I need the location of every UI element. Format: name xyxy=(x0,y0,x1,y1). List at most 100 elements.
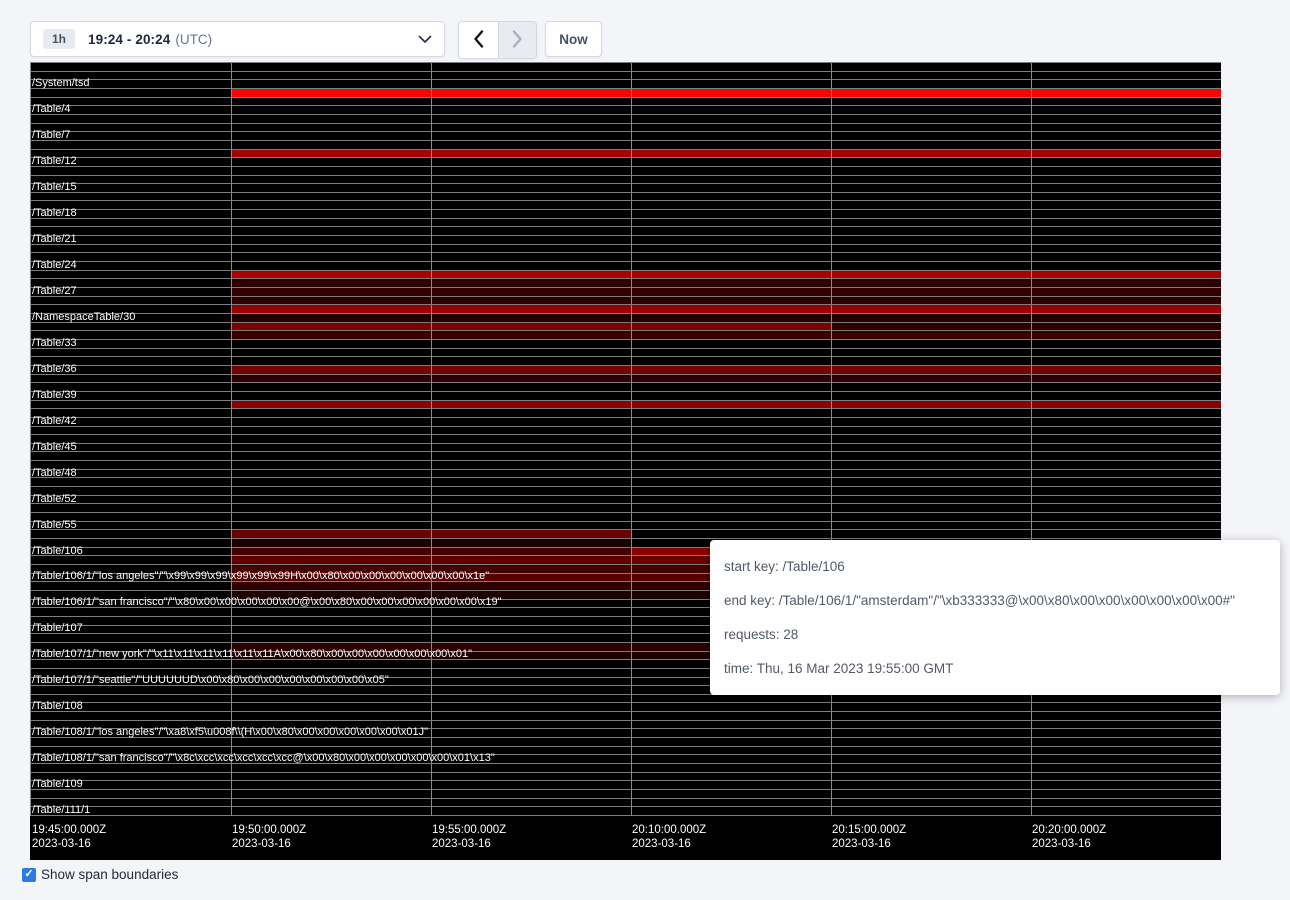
heatmap-hot-span[interactable] xyxy=(1031,270,1221,279)
heatmap-hot-span[interactable] xyxy=(1031,374,1221,383)
heatmap-hot-span[interactable] xyxy=(231,555,431,564)
span-boundary-line xyxy=(30,322,1221,323)
heatmap-hot-span[interactable] xyxy=(231,296,431,305)
heatmap-hot-span[interactable] xyxy=(231,313,431,322)
heatmap-hot-span[interactable] xyxy=(631,400,831,409)
heatmap-hot-span[interactable] xyxy=(431,581,631,590)
heatmap-hot-span[interactable] xyxy=(831,374,1031,383)
heatmap-hot-span[interactable] xyxy=(831,330,1031,339)
heatmap-hot-span[interactable] xyxy=(231,529,431,538)
heatmap-hot-span[interactable] xyxy=(431,400,631,409)
heatmap-hot-span[interactable] xyxy=(231,330,431,339)
heatmap-hot-span[interactable] xyxy=(631,270,831,279)
heatmap-hot-span[interactable] xyxy=(431,538,631,547)
heatmap-hot-span[interactable] xyxy=(1031,313,1221,322)
heatmap-hot-span[interactable] xyxy=(1031,400,1221,409)
heatmap-hot-span[interactable] xyxy=(1031,287,1221,296)
heatmap-hot-span[interactable] xyxy=(1031,149,1221,158)
key-visualizer-heatmap[interactable]: /System/tsd/Table/4/Table/7/Table/12/Tab… xyxy=(30,62,1221,860)
span-boundary-line xyxy=(30,772,1221,773)
heatmap-hot-span[interactable] xyxy=(431,365,631,374)
heatmap-hot-span[interactable] xyxy=(431,547,631,556)
heatmap-hot-span[interactable] xyxy=(831,296,1031,305)
span-boundary-line xyxy=(30,123,1221,124)
heatmap-hot-span[interactable] xyxy=(631,330,831,339)
key-span-label: /Table/107/1/"new york"/"\x11\x11\x11\x1… xyxy=(32,649,472,660)
heatmap-hot-span[interactable] xyxy=(231,304,431,313)
heatmap-hot-span[interactable] xyxy=(431,88,631,97)
heatmap-hot-span[interactable] xyxy=(431,149,631,158)
span-boundary-line xyxy=(30,408,1221,409)
time-axis-tick: 19:55:00.000Z2023-03-16 xyxy=(432,823,506,851)
heatmap-hot-span[interactable] xyxy=(431,270,631,279)
time-axis-tick: 20:20:00.000Z2023-03-16 xyxy=(1032,823,1106,851)
key-span-label: /Table/106/1/"san francisco"/"\x80\x00\x… xyxy=(32,597,502,608)
heatmap-hot-span[interactable] xyxy=(831,278,1031,287)
heatmap-hot-span[interactable] xyxy=(231,88,431,97)
key-span-label: /Table/108 xyxy=(32,701,83,712)
heatmap-hot-span[interactable] xyxy=(631,322,831,331)
heatmap-hot-span[interactable] xyxy=(631,313,831,322)
heatmap-hot-span[interactable] xyxy=(231,538,431,547)
heatmap-hot-span[interactable] xyxy=(831,287,1031,296)
heatmap-hot-span[interactable] xyxy=(631,304,831,313)
heatmap-hot-span[interactable] xyxy=(631,365,831,374)
key-span-label: /Table/106 xyxy=(32,546,83,557)
span-boundary-line xyxy=(30,798,1221,799)
heatmap-hot-span[interactable] xyxy=(431,313,631,322)
span-boundary-line xyxy=(30,166,1221,167)
time-range-dropdown[interactable]: 1h 19:24 - 20:24 (UTC) xyxy=(30,21,445,57)
heatmap-hot-span[interactable] xyxy=(231,400,431,409)
span-boundary-line xyxy=(30,503,1221,504)
heatmap-hot-span[interactable] xyxy=(831,365,1031,374)
heatmap-hot-span[interactable] xyxy=(831,88,1031,97)
heatmap-hot-span[interactable] xyxy=(631,296,831,305)
heatmap-hot-span[interactable] xyxy=(1031,330,1221,339)
tick-time: 20:20:00.000Z xyxy=(1032,823,1106,837)
next-window-button[interactable] xyxy=(498,22,537,58)
heatmap-hot-span[interactable] xyxy=(1031,88,1221,97)
heatmap-hot-span[interactable] xyxy=(831,149,1031,158)
heatmap-hot-span[interactable] xyxy=(831,304,1031,313)
heatmap-hot-span[interactable] xyxy=(431,322,631,331)
heatmap-hot-span[interactable] xyxy=(431,304,631,313)
heatmap-hot-span[interactable] xyxy=(1031,322,1221,331)
heatmap-hot-span[interactable] xyxy=(631,374,831,383)
heatmap-hot-span[interactable] xyxy=(831,322,1031,331)
heatmap-hot-span[interactable] xyxy=(231,270,431,279)
heatmap-hot-span[interactable] xyxy=(231,149,431,158)
heatmap-hot-span[interactable] xyxy=(831,313,1031,322)
heatmap-hot-span[interactable] xyxy=(431,529,631,538)
heatmap-hot-span[interactable] xyxy=(231,287,431,296)
prev-window-button[interactable] xyxy=(459,22,498,58)
heatmap-hot-span[interactable] xyxy=(1031,304,1221,313)
heatmap-hot-span[interactable] xyxy=(631,287,831,296)
heatmap-hot-span[interactable] xyxy=(1031,296,1221,305)
heatmap-hot-span[interactable] xyxy=(431,374,631,383)
heatmap-hot-span[interactable] xyxy=(431,296,631,305)
heatmap-hot-span[interactable] xyxy=(231,365,431,374)
span-boundary-line xyxy=(30,200,1221,201)
heatmap-hot-span[interactable] xyxy=(231,374,431,383)
heatmap-hot-span[interactable] xyxy=(231,547,431,556)
span-boundary-line xyxy=(30,88,1221,89)
heatmap-hot-span[interactable] xyxy=(231,581,431,590)
heatmap-hot-span[interactable] xyxy=(631,88,831,97)
heatmap-hot-span[interactable] xyxy=(231,322,431,331)
heatmap-hot-span[interactable] xyxy=(1031,365,1221,374)
span-boundary-line xyxy=(30,105,1221,106)
heatmap-hot-span[interactable] xyxy=(831,270,1031,279)
now-button[interactable]: Now xyxy=(545,21,602,57)
heatmap-hot-span[interactable] xyxy=(431,330,631,339)
heatmap-hot-span[interactable] xyxy=(631,149,831,158)
heatmap-hot-span[interactable] xyxy=(431,287,631,296)
heatmap-hot-span[interactable] xyxy=(231,278,431,287)
heatmap-hot-span[interactable] xyxy=(631,278,831,287)
heatmap-hot-span[interactable] xyxy=(831,400,1031,409)
heatmap-hot-span[interactable] xyxy=(431,278,631,287)
span-boundary-line xyxy=(30,339,1221,340)
heatmap-hot-span[interactable] xyxy=(431,555,631,564)
heatmap-hot-span[interactable] xyxy=(1031,278,1221,287)
show-span-boundaries-checkbox[interactable]: ✓ xyxy=(22,868,36,882)
span-boundary-line xyxy=(30,806,1221,807)
